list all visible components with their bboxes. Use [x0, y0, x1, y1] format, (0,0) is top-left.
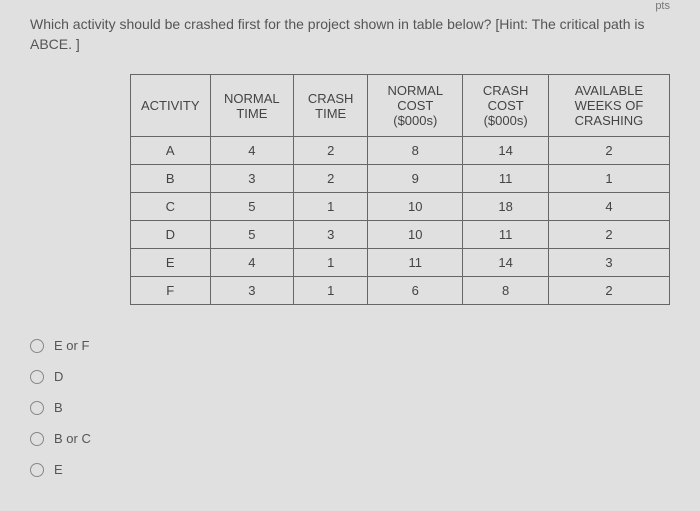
cell-crash-cost: 14: [463, 137, 549, 165]
cell-crash-cost: 8: [463, 277, 549, 305]
data-table-container: ACTIVITY NORMAL TIME CRASH TIME NORMAL C…: [130, 74, 670, 305]
cell-available: 2: [548, 137, 669, 165]
cell-crash-time: 1: [294, 193, 368, 221]
table-row: D 5 3 10 11 2: [131, 221, 670, 249]
option-label: B: [54, 400, 63, 415]
cell-crash-cost: 11: [463, 165, 549, 193]
cell-normal-cost: 10: [368, 193, 463, 221]
cell-normal-cost: 9: [368, 165, 463, 193]
radio-icon: [30, 432, 44, 446]
radio-icon: [30, 463, 44, 477]
cell-normal-time: 3: [210, 165, 294, 193]
table-row: C 5 1 10 18 4: [131, 193, 670, 221]
header-normal-time: NORMAL TIME: [210, 75, 294, 137]
table-row: F 3 1 6 8 2: [131, 277, 670, 305]
cell-crash-time: 3: [294, 221, 368, 249]
option-e-or-f[interactable]: E or F: [30, 330, 670, 361]
option-e[interactable]: E: [30, 454, 670, 485]
cell-crash-time: 1: [294, 277, 368, 305]
radio-icon: [30, 339, 44, 353]
cell-normal-time: 3: [210, 277, 294, 305]
cell-available: 2: [548, 221, 669, 249]
cell-crash-cost: 11: [463, 221, 549, 249]
cell-normal-cost: 8: [368, 137, 463, 165]
header-activity: ACTIVITY: [131, 75, 211, 137]
radio-icon: [30, 401, 44, 415]
radio-icon: [30, 370, 44, 384]
option-label: D: [54, 369, 63, 384]
cell-activity: F: [131, 277, 211, 305]
cell-normal-time: 5: [210, 193, 294, 221]
cell-available: 3: [548, 249, 669, 277]
cell-available: 1: [548, 165, 669, 193]
header-available: AVAILABLE WEEKS OF CRASHING: [548, 75, 669, 137]
question-text: Which activity should be crashed first f…: [30, 15, 670, 54]
header-crash-cost: CRASH COST ($000s): [463, 75, 549, 137]
cell-crash-cost: 14: [463, 249, 549, 277]
cell-normal-cost: 11: [368, 249, 463, 277]
cell-activity: E: [131, 249, 211, 277]
cell-normal-cost: 6: [368, 277, 463, 305]
option-d[interactable]: D: [30, 361, 670, 392]
table-row: E 4 1 11 14 3: [131, 249, 670, 277]
option-b[interactable]: B: [30, 392, 670, 423]
header-normal-cost: NORMAL COST ($000s): [368, 75, 463, 137]
cell-crash-cost: 18: [463, 193, 549, 221]
cell-crash-time: 2: [294, 165, 368, 193]
table-header-row: ACTIVITY NORMAL TIME CRASH TIME NORMAL C…: [131, 75, 670, 137]
activity-table: ACTIVITY NORMAL TIME CRASH TIME NORMAL C…: [130, 74, 670, 305]
cell-crash-time: 2: [294, 137, 368, 165]
option-b-or-c[interactable]: B or C: [30, 423, 670, 454]
cell-normal-time: 4: [210, 137, 294, 165]
cell-activity: C: [131, 193, 211, 221]
cell-normal-time: 4: [210, 249, 294, 277]
cell-available: 2: [548, 277, 669, 305]
option-label: E: [54, 462, 63, 477]
cell-activity: B: [131, 165, 211, 193]
option-label: B or C: [54, 431, 91, 446]
cell-crash-time: 1: [294, 249, 368, 277]
cell-normal-cost: 10: [368, 221, 463, 249]
header-crash-time: CRASH TIME: [294, 75, 368, 137]
cell-normal-time: 5: [210, 221, 294, 249]
cell-activity: D: [131, 221, 211, 249]
cell-available: 4: [548, 193, 669, 221]
cell-activity: A: [131, 137, 211, 165]
option-label: E or F: [54, 338, 89, 353]
table-row: B 3 2 9 11 1: [131, 165, 670, 193]
points-fragment: pts: [655, 0, 670, 12]
table-row: A 4 2 8 14 2: [131, 137, 670, 165]
answer-options: E or F D B B or C E: [30, 330, 670, 485]
